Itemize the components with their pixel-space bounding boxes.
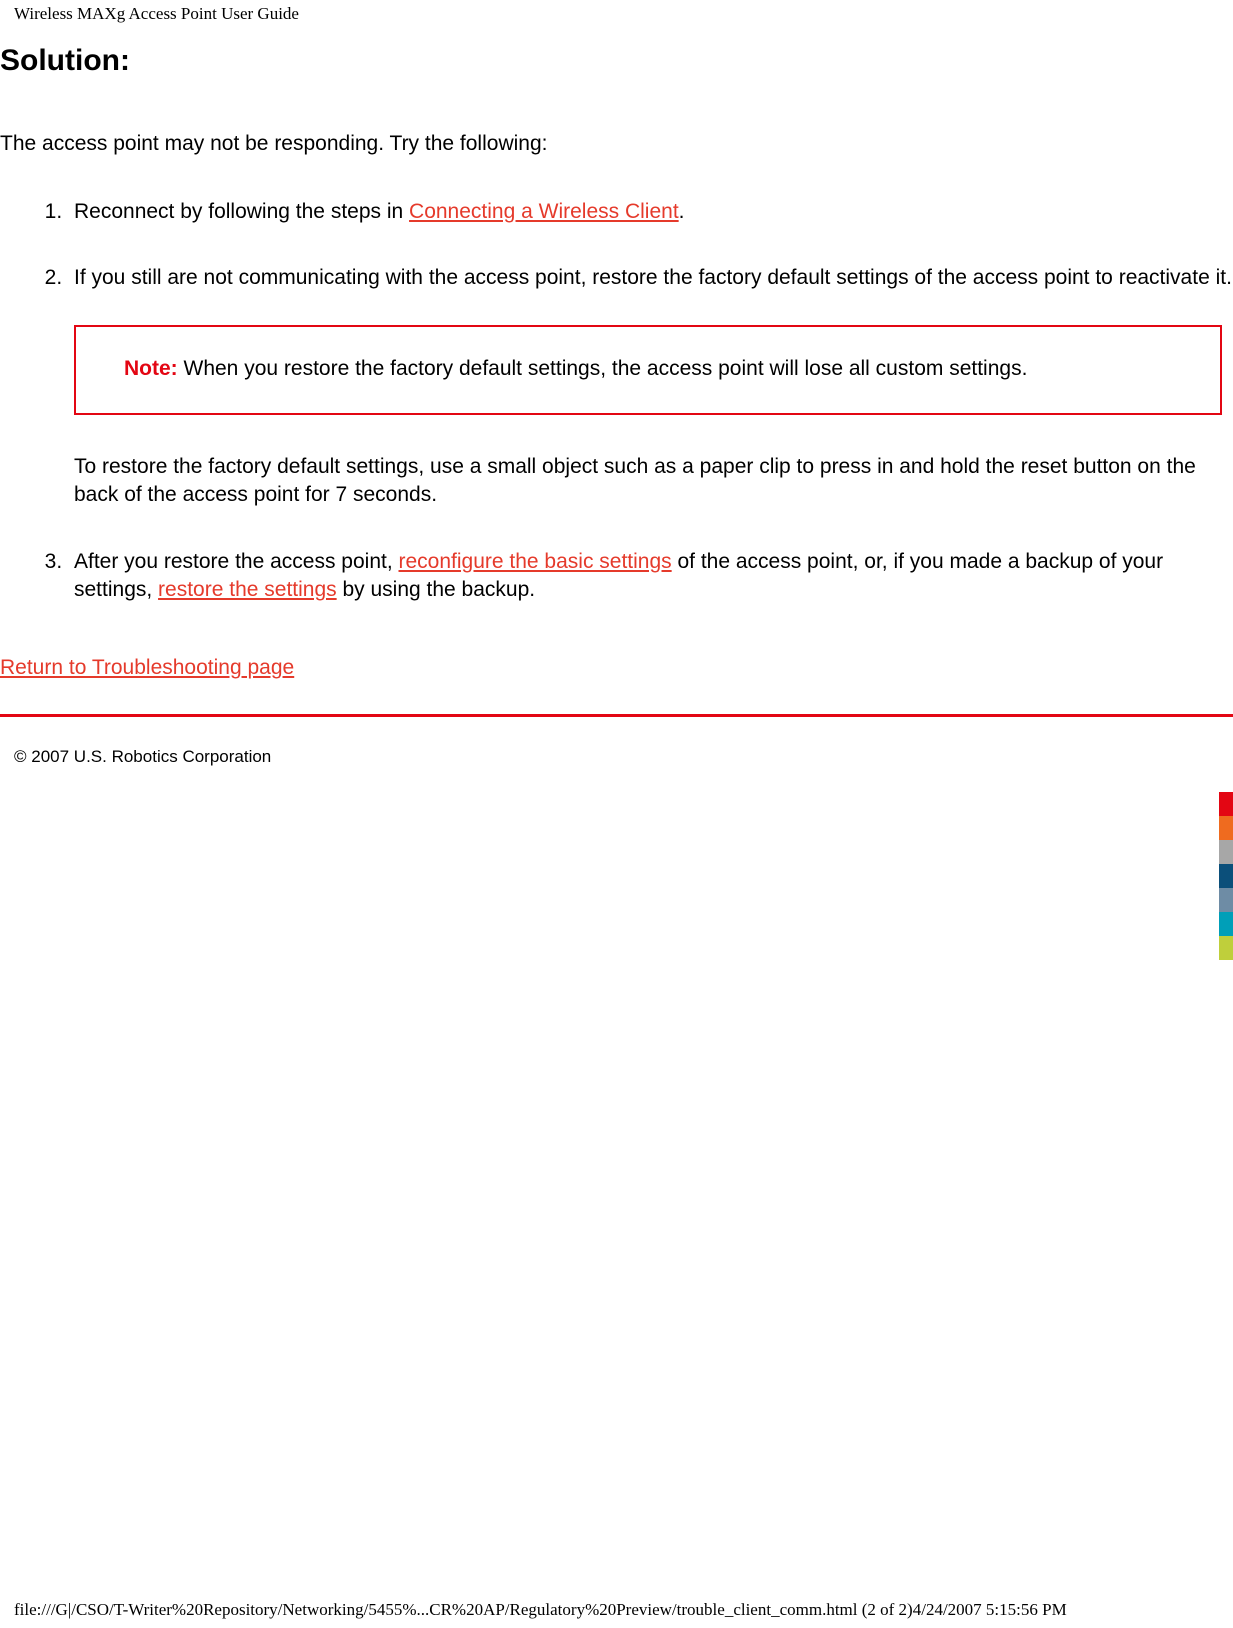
steps-list: Reconnect by following the steps in Conn…: [68, 198, 1233, 604]
note-body: When you restore the factory default set…: [178, 357, 1028, 380]
copyright-text: © 2007 U.S. Robotics Corporation: [14, 747, 1233, 767]
divider-rule: [0, 714, 1233, 717]
color-swatch-gray: [1219, 840, 1233, 864]
step-2: If you still are not communicating with …: [68, 264, 1233, 509]
note-label: Note:: [124, 357, 178, 380]
step-3-prefix: After you restore the access point,: [74, 550, 399, 573]
color-swatch-orange: [1219, 816, 1233, 840]
link-restore-the-settings[interactable]: restore the settings: [158, 578, 337, 601]
step-1: Reconnect by following the steps in Conn…: [68, 198, 1233, 226]
step-3-suffix: by using the backup.: [337, 578, 535, 601]
page-header-title: Wireless MAXg Access Point User Guide: [0, 0, 1233, 26]
step-2-restore-instructions: To restore the factory default settings,…: [74, 453, 1233, 510]
step-2-text: If you still are not communicating with …: [74, 266, 1232, 289]
solution-heading: Solution:: [0, 44, 1233, 78]
color-swatch-lime: [1219, 936, 1233, 960]
link-return-troubleshooting[interactable]: Return to Troubleshooting page: [0, 656, 294, 680]
step-1-suffix: .: [679, 200, 685, 223]
step-3: After you restore the access point, reco…: [68, 548, 1233, 605]
color-swatch-red: [1219, 792, 1233, 816]
link-connecting-wireless-client[interactable]: Connecting a Wireless Client: [409, 200, 679, 223]
note-box: Note: When you restore the factory defau…: [74, 325, 1222, 415]
link-reconfigure-basic-settings[interactable]: reconfigure the basic settings: [399, 550, 672, 573]
footer-file-path: file:///G|/CSO/T-Writer%20Repository/Net…: [14, 1600, 1067, 1620]
step-1-prefix: Reconnect by following the steps in: [74, 200, 409, 223]
color-swatch-darkblue: [1219, 864, 1233, 888]
color-strip: [1219, 792, 1233, 960]
main-content: Solution: The access point may not be re…: [0, 44, 1233, 767]
color-swatch-teal: [1219, 912, 1233, 936]
color-swatch-grayblue: [1219, 888, 1233, 912]
note-paragraph: Note: When you restore the factory defau…: [124, 355, 1190, 383]
intro-paragraph: The access point may not be responding. …: [0, 132, 1233, 156]
